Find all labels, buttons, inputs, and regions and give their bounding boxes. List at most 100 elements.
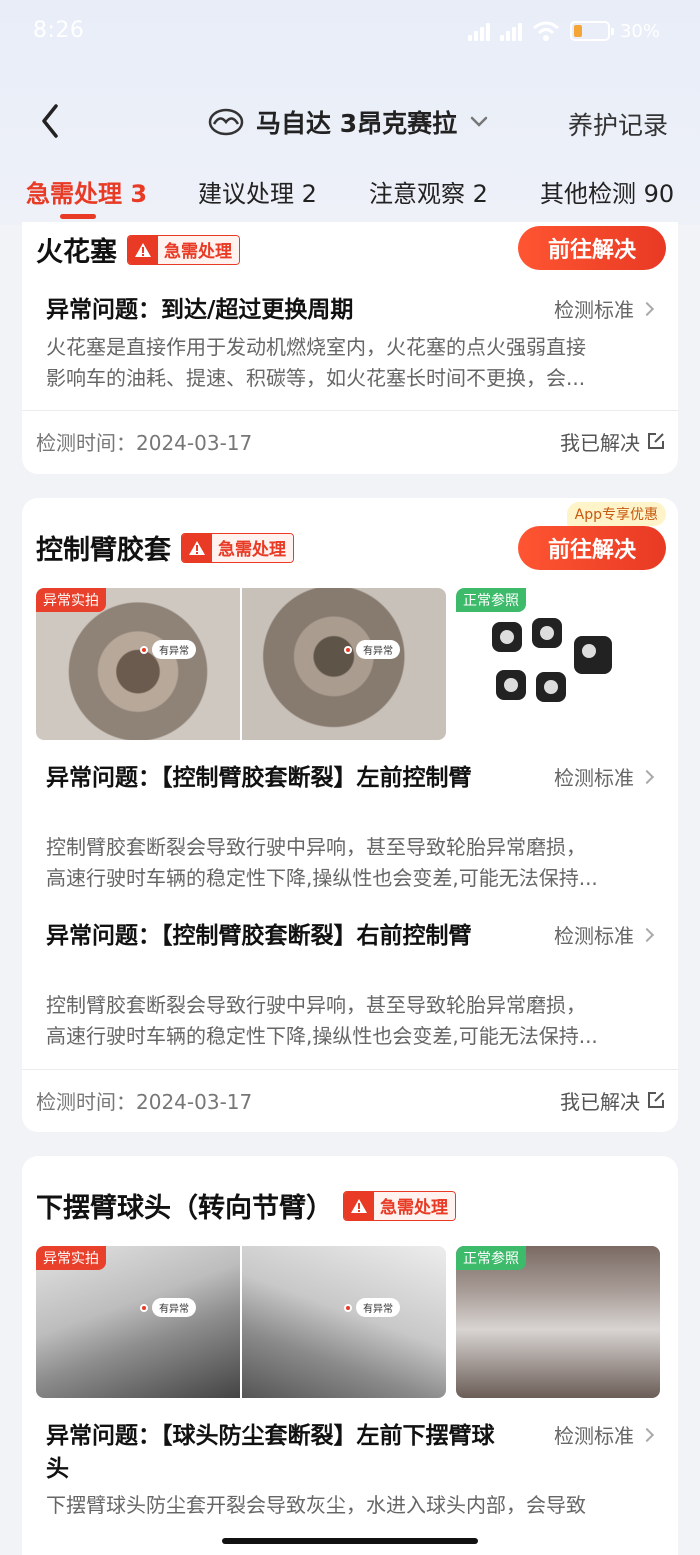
abnormal-photo[interactable]: 有异常: [242, 1246, 446, 1398]
signal-icon: [467, 21, 490, 41]
edit-icon: [648, 1092, 664, 1108]
card-title: 控制臂胶套: [36, 535, 171, 566]
mark-solved-label: 我已解决: [560, 430, 640, 455]
inspection-date: 检测时间：2024-03-17: [36, 430, 253, 455]
issue-tabs: 急需处理 3 建议处理 2 注意观察 2 其他检测 90: [0, 170, 700, 220]
mark-solved-label: 我已解决: [560, 1089, 640, 1114]
description-line: 火花塞是直接作用于发动机燃烧室内，火花塞的点火强弱直接: [46, 335, 586, 359]
pin-label: 有异常: [152, 1298, 196, 1317]
pin-dot: [344, 645, 352, 654]
inspection-standard-label: 检测标准: [554, 766, 634, 790]
mark-solved-button[interactable]: 我已解决: [560, 427, 666, 456]
tab-other[interactable]: 其他检测 90: [540, 174, 674, 209]
wifi-icon: [533, 21, 559, 41]
issue-description: 火花塞是直接作用于发动机燃烧室内，火花塞的点火强弱直接 影响车的油耗、提速、积碳…: [46, 332, 646, 394]
mark-solved-button[interactable]: 我已解决: [560, 1086, 666, 1115]
abnormal-pin: 有异常: [140, 1298, 196, 1317]
issue-title: 异常问题：【控制臂胶套断裂】右前控制臂: [46, 923, 472, 949]
issue-title: 异常问题：【球头防尘套断裂】左前下摆臂球头: [46, 1423, 495, 1482]
inspection-date: 检测时间：2024-03-17: [36, 1089, 253, 1114]
normal-photo-tag: 正常参照: [456, 588, 526, 612]
abnormal-photo[interactable]: 有异常: [242, 588, 446, 740]
abnormal-photo-tag: 异常实拍: [36, 1246, 106, 1270]
status-icons: 30%: [467, 20, 660, 42]
chevron-right-icon: [639, 927, 655, 942]
chevron-right-icon: [639, 769, 655, 784]
inspection-standard-link[interactable]: 检测标准: [554, 294, 655, 323]
maintenance-records-link[interactable]: 养护记录: [568, 106, 668, 142]
abnormal-pin: 有异常: [344, 640, 400, 659]
abnormal-pin: 有异常: [140, 640, 196, 659]
normal-photo-tag: 正常参照: [456, 1246, 526, 1270]
issue-title: 异常问题：【控制臂胶套断裂】左前控制臂: [46, 765, 472, 791]
divider: [22, 410, 678, 411]
home-indicator[interactable]: [222, 1538, 478, 1544]
bushing-part: [496, 670, 526, 700]
card-title: 下摆臂球头（转向节臂）: [36, 1193, 333, 1224]
status-time: 8:26: [33, 18, 85, 43]
battery-percent: 30%: [619, 20, 660, 42]
issue-card: 下摆臂球头（转向节臂） 急需处理 异常实拍 有异常 有异常 正常参照 异常问题：…: [22, 1156, 678, 1555]
tab-suggested[interactable]: 建议处理 2: [198, 174, 317, 209]
bushing-part: [532, 618, 562, 648]
inspection-standard-link[interactable]: 检测标准: [554, 920, 655, 949]
active-tab-indicator: [60, 214, 96, 219]
pin-dot: [344, 1303, 352, 1312]
issue-description: 控制臂胶套断裂会导致行驶中异响，甚至导致轮胎异常磨损， 高速行驶时车辆的稳定性下…: [46, 832, 646, 894]
card-title-row: 下摆臂球头（转向节臂） 急需处理: [36, 1186, 456, 1225]
card-footer: 检测时间：2024-03-17 我已解决: [36, 1080, 666, 1120]
photo-strip: 异常实拍 有异常 有异常 正常参照: [36, 1246, 660, 1398]
chevron-right-icon: [639, 1427, 655, 1442]
issue-item[interactable]: 异常问题：【控制臂胶套断裂】左前控制臂 检测标准 控制臂胶套断裂会导致行驶中异响…: [46, 762, 658, 912]
abnormal-photo[interactable]: 异常实拍 有异常: [36, 1246, 240, 1398]
inspection-standard-link[interactable]: 检测标准: [554, 762, 655, 791]
issue-card: App专享优惠 控制臂胶套 急需处理 前往解决 异常实拍 有异常 有异常 正常参…: [22, 498, 678, 1132]
app-promo-tag: App专享优惠: [566, 502, 666, 526]
go-resolve-button[interactable]: 前往解决: [518, 526, 666, 570]
go-resolve-button[interactable]: 前往解决: [518, 226, 666, 270]
urgent-badge-label: 急需处理: [374, 1191, 455, 1220]
description-line: 高速行驶时车辆的稳定性下降,操纵性也会变差,可能无法保持...: [46, 1024, 598, 1048]
tab-urgent[interactable]: 急需处理 3: [26, 174, 147, 209]
car-name: 马自达 3昂克赛拉: [256, 109, 458, 138]
bushing-part: [492, 622, 522, 652]
photo-strip: 异常实拍 有异常 有异常 正常参照: [36, 588, 660, 740]
issue-item[interactable]: 异常问题：到达/超过更换周期 检测标准 火花塞是直接作用于发动机燃烧室内，火花塞…: [46, 294, 658, 404]
card-title-row: 火花塞 急需处理: [36, 230, 240, 269]
pin-dot: [140, 1303, 148, 1312]
reference-photo[interactable]: 正常参照: [456, 1246, 660, 1398]
pin-label: 有异常: [356, 1298, 400, 1317]
urgent-badge-label: 急需处理: [212, 533, 293, 562]
tab-observe[interactable]: 注意观察 2: [369, 174, 488, 209]
description-line: 高速行驶时车辆的稳定性下降,操纵性也会变差,可能无法保持...: [46, 866, 598, 890]
inspection-standard-label: 检测标准: [554, 298, 634, 322]
abnormal-pin: 有异常: [344, 1298, 400, 1317]
pin-dot: [140, 645, 148, 654]
card-footer: 检测时间：2024-03-17 我已解决: [36, 421, 666, 461]
description-line: 控制臂胶套断裂会导致行驶中异响，甚至导致轮胎异常磨损，: [46, 835, 586, 859]
mazda-logo-icon: [208, 108, 244, 136]
divider: [22, 1069, 678, 1070]
pin-label: 有异常: [356, 640, 400, 659]
status-bar: 8:26 30%: [0, 0, 700, 64]
abnormal-photo-tag: 异常实拍: [36, 588, 106, 612]
description-line: 影响车的油耗、提速、积碳等，如火花塞长时间不更换，会...: [46, 366, 586, 390]
warning-icon: [344, 1191, 374, 1220]
back-arrow-icon[interactable]: [36, 102, 70, 140]
battery-icon: [569, 21, 614, 41]
urgent-badge-label: 急需处理: [158, 235, 239, 264]
pin-label: 有异常: [152, 640, 196, 659]
urgent-badge: 急需处理: [343, 1190, 456, 1221]
issue-item[interactable]: 异常问题：【球头防尘套断裂】左前下摆臂球头 检测标准 下摆臂球头防尘套开裂会导致…: [46, 1420, 658, 1550]
inspection-standard-label: 检测标准: [554, 1424, 634, 1448]
reference-photo[interactable]: 正常参照: [456, 588, 660, 740]
bushing-part: [536, 672, 566, 702]
inspection-standard-link[interactable]: 检测标准: [554, 1420, 655, 1449]
car-selector[interactable]: 马自达 3昂克赛拉: [208, 104, 489, 140]
warning-icon: [128, 235, 158, 264]
card-title-row: 控制臂胶套 急需处理: [36, 528, 294, 567]
warning-icon: [182, 533, 212, 562]
abnormal-photo[interactable]: 异常实拍 有异常: [36, 588, 240, 740]
issue-item[interactable]: 异常问题：【控制臂胶套断裂】右前控制臂 检测标准 控制臂胶套断裂会导致行驶中异响…: [46, 920, 658, 1070]
issue-title: 异常问题：到达/超过更换周期: [46, 297, 354, 323]
